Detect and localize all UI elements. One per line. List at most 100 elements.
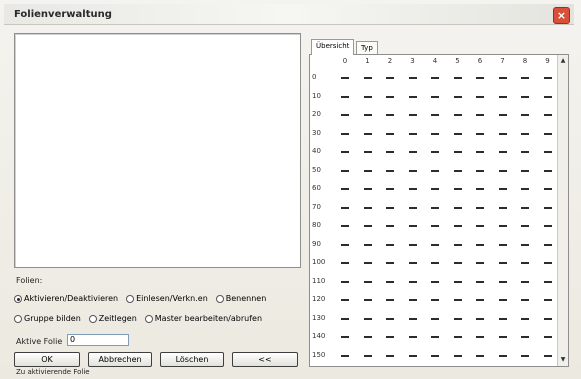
slide-cell[interactable] bbox=[341, 77, 349, 79]
slide-cell[interactable] bbox=[408, 280, 417, 283]
slide-cell[interactable] bbox=[408, 169, 417, 172]
slide-cell[interactable] bbox=[453, 280, 462, 283]
slide-cell[interactable] bbox=[453, 225, 462, 227]
slide-cell[interactable] bbox=[363, 77, 372, 79]
slide-cell[interactable] bbox=[498, 336, 507, 338]
slide-cell[interactable] bbox=[498, 114, 507, 116]
slide-cell[interactable] bbox=[408, 206, 417, 209]
slide-cell[interactable] bbox=[363, 169, 372, 172]
cancel-button[interactable]: Abbrechen bbox=[88, 352, 152, 367]
option-import[interactable]: Einlesen/Verkn.en bbox=[126, 294, 208, 303]
tab-type[interactable]: Typ bbox=[356, 41, 378, 55]
slide-cell[interactable] bbox=[341, 188, 349, 190]
scroll-down-icon[interactable]: ▼ bbox=[559, 356, 567, 364]
slide-cell[interactable] bbox=[386, 243, 394, 246]
slide-cell[interactable] bbox=[431, 188, 439, 190]
slide-cell[interactable] bbox=[521, 262, 529, 264]
slide-cell[interactable] bbox=[363, 243, 372, 246]
slide-cell[interactable] bbox=[341, 336, 349, 338]
slide-cell[interactable] bbox=[386, 280, 394, 283]
slide-cell[interactable] bbox=[363, 262, 372, 264]
slide-cell[interactable] bbox=[498, 132, 507, 135]
slide-cell[interactable] bbox=[476, 225, 484, 227]
option-group[interactable]: Gruppe bilden bbox=[14, 314, 81, 323]
slide-cell[interactable] bbox=[476, 95, 484, 98]
slide-cell[interactable] bbox=[408, 114, 417, 116]
slide-cell[interactable] bbox=[431, 354, 439, 357]
slide-cell[interactable] bbox=[431, 95, 439, 98]
slide-cell[interactable] bbox=[453, 262, 462, 264]
slide-cell[interactable] bbox=[363, 225, 372, 227]
slide-cell[interactable] bbox=[498, 169, 507, 172]
slide-cell[interactable] bbox=[341, 132, 349, 135]
slide-cell[interactable] bbox=[341, 169, 349, 172]
slide-cell[interactable] bbox=[543, 354, 552, 357]
slide-cell[interactable] bbox=[453, 299, 462, 301]
slide-cell[interactable] bbox=[363, 95, 372, 98]
slide-cell[interactable] bbox=[386, 169, 394, 172]
slide-cell[interactable] bbox=[363, 336, 372, 338]
slide-cell[interactable] bbox=[543, 262, 552, 264]
option-time[interactable]: Zeitlegen bbox=[88, 314, 137, 323]
slide-cell[interactable] bbox=[386, 206, 394, 209]
slide-cell[interactable] bbox=[498, 151, 507, 153]
slide-cell[interactable] bbox=[498, 243, 507, 246]
title-bar[interactable]: Folienverwaltung × bbox=[4, 4, 574, 25]
slide-cell[interactable] bbox=[498, 299, 507, 301]
slide-cell[interactable] bbox=[341, 206, 349, 209]
slide-cell[interactable] bbox=[543, 206, 552, 209]
slide-cell[interactable] bbox=[341, 299, 349, 301]
active-slide-input[interactable]: 0 bbox=[67, 334, 129, 346]
slide-cell[interactable] bbox=[431, 77, 439, 79]
slide-cell[interactable] bbox=[476, 77, 484, 79]
back-button[interactable]: << bbox=[232, 352, 298, 367]
slide-cell[interactable] bbox=[341, 151, 349, 153]
slide-cell[interactable] bbox=[363, 132, 372, 135]
slide-cell[interactable] bbox=[521, 188, 529, 190]
slide-cell[interactable] bbox=[341, 243, 349, 246]
slide-cell[interactable] bbox=[476, 243, 484, 246]
slide-cell[interactable] bbox=[543, 151, 552, 153]
slide-cell[interactable] bbox=[521, 336, 529, 338]
slide-cell[interactable] bbox=[341, 354, 349, 357]
slide-cell[interactable] bbox=[363, 299, 372, 301]
slide-cell[interactable] bbox=[386, 225, 394, 227]
slide-cell[interactable] bbox=[453, 77, 462, 79]
slide-cell[interactable] bbox=[476, 206, 484, 209]
slide-cell[interactable] bbox=[498, 206, 507, 209]
slide-cell[interactable] bbox=[453, 243, 462, 246]
slide-cell[interactable] bbox=[363, 206, 372, 209]
slide-cell[interactable] bbox=[543, 299, 552, 301]
slide-cell[interactable] bbox=[476, 114, 484, 116]
slide-cell[interactable] bbox=[521, 225, 529, 227]
slide-cell[interactable] bbox=[363, 114, 372, 116]
option-activate[interactable]: Aktivieren/Deaktivieren bbox=[14, 294, 118, 303]
slide-cell[interactable] bbox=[543, 317, 552, 320]
slide-cell[interactable] bbox=[386, 77, 394, 79]
slide-cell[interactable] bbox=[408, 336, 417, 338]
slide-cell[interactable] bbox=[453, 151, 462, 153]
slide-cell[interactable] bbox=[543, 77, 552, 79]
slide-cell[interactable] bbox=[341, 317, 349, 320]
slide-cell[interactable] bbox=[408, 243, 417, 246]
folien-list[interactable] bbox=[14, 33, 301, 268]
slide-cell[interactable] bbox=[476, 354, 484, 357]
slide-cell[interactable] bbox=[453, 132, 462, 135]
slide-cell[interactable] bbox=[521, 132, 529, 135]
slide-cell[interactable] bbox=[521, 243, 529, 246]
tab-overview[interactable]: Übersicht bbox=[311, 39, 355, 55]
slide-cell[interactable] bbox=[543, 188, 552, 190]
slide-cell[interactable] bbox=[408, 132, 417, 135]
slide-cell[interactable] bbox=[453, 188, 462, 190]
slide-cell[interactable] bbox=[386, 95, 394, 98]
slide-cell[interactable] bbox=[498, 280, 507, 283]
slide-cell[interactable] bbox=[431, 280, 439, 283]
slide-cell[interactable] bbox=[453, 114, 462, 116]
slide-cell[interactable] bbox=[521, 169, 529, 172]
slide-cell[interactable] bbox=[521, 354, 529, 357]
slide-cell[interactable] bbox=[498, 77, 507, 79]
slide-cell[interactable] bbox=[453, 206, 462, 209]
slide-cell[interactable] bbox=[498, 188, 507, 190]
slide-cell[interactable] bbox=[408, 354, 417, 357]
slide-cell[interactable] bbox=[498, 95, 507, 98]
